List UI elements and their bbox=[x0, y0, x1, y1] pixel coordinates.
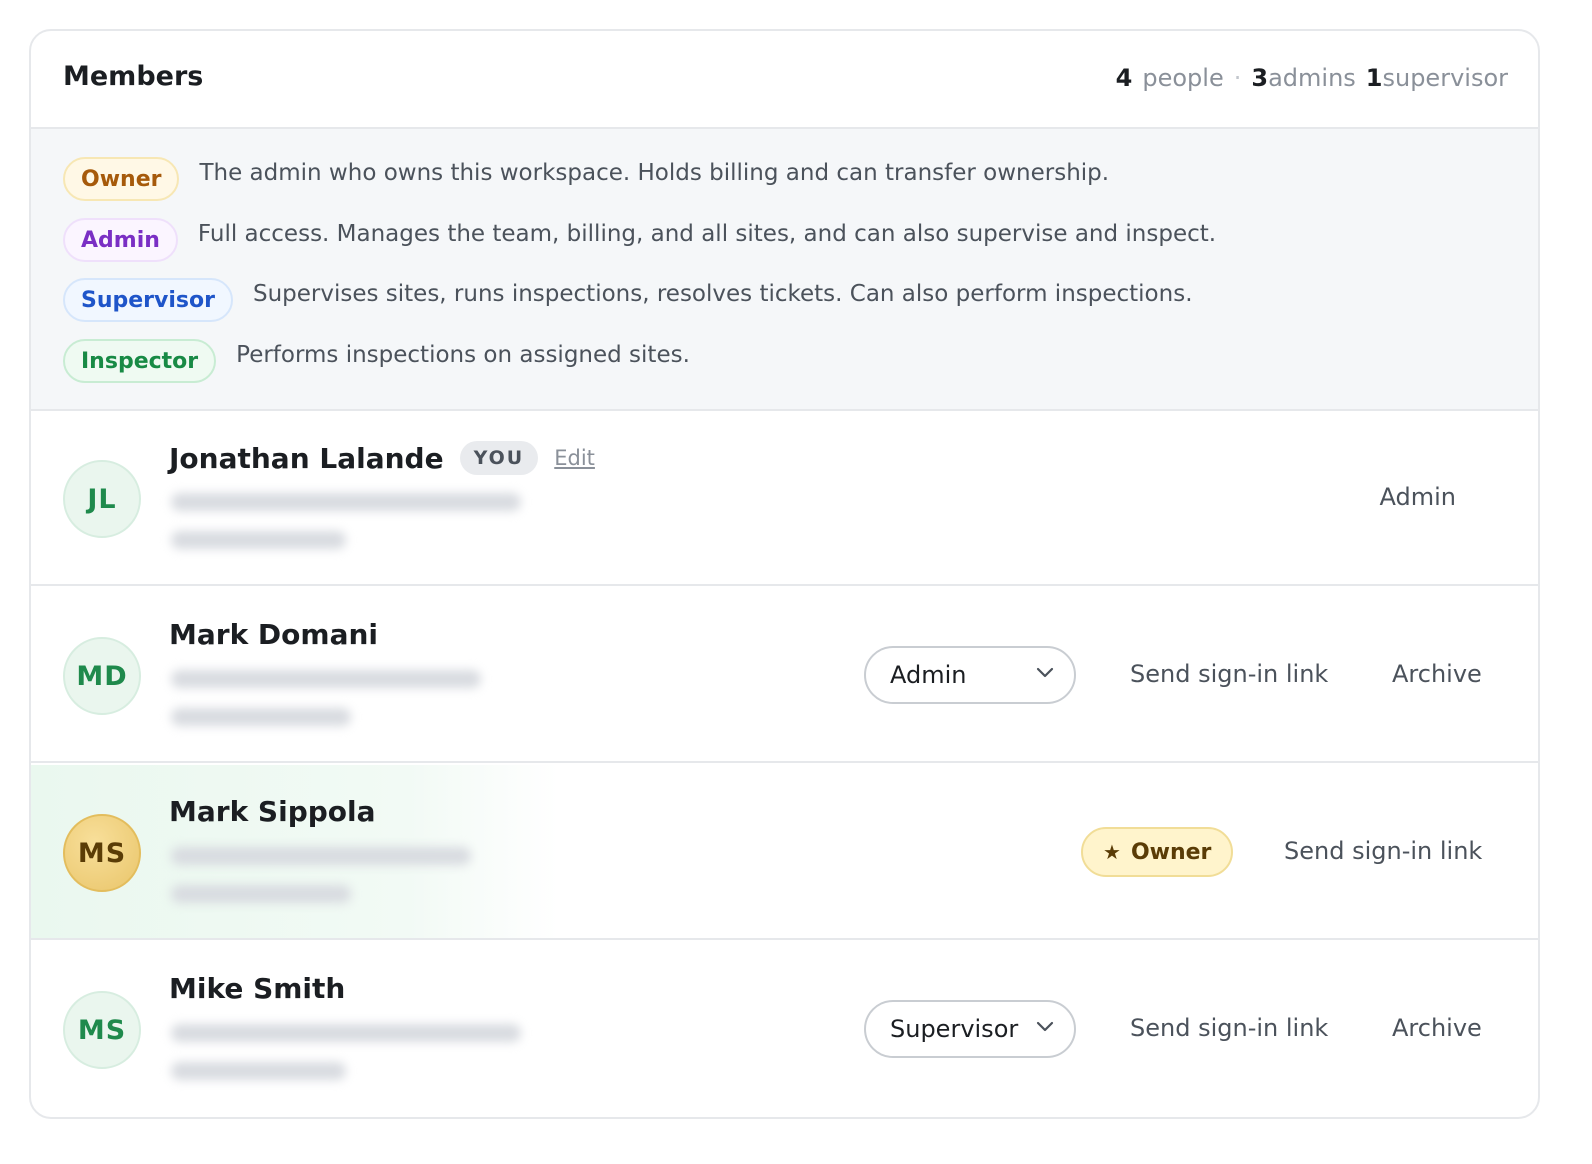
legend-item-owner: Owner The admin who owns this workspace.… bbox=[63, 157, 1109, 201]
legend-item-admin: Admin Full access. Manages the team, bil… bbox=[63, 218, 1216, 262]
redacted-email bbox=[171, 670, 481, 688]
star-icon: ★ bbox=[1103, 840, 1121, 864]
member-row: MS Mark Sippola ★ Owner Send sign-in lin… bbox=[31, 765, 1538, 940]
role-select[interactable]: Admin bbox=[864, 646, 1076, 704]
redacted-phone bbox=[171, 885, 351, 903]
supervisor-pill: Supervisor bbox=[63, 278, 233, 322]
avatar: MS bbox=[63, 991, 141, 1069]
archive-button[interactable]: Archive bbox=[1392, 1014, 1482, 1042]
member-row: MS Mike Smith Supervisor Send sign-in li… bbox=[31, 942, 1538, 1117]
legend-item-inspector: Inspector Performs inspections on assign… bbox=[63, 339, 690, 383]
member-name: Mark Domani bbox=[169, 618, 379, 651]
member-name: Mike Smith bbox=[169, 972, 346, 1005]
archive-button[interactable]: Archive bbox=[1392, 660, 1482, 688]
page-title: Members bbox=[63, 61, 204, 92]
chevron-down-icon bbox=[1036, 667, 1054, 678]
redacted-phone bbox=[171, 1062, 346, 1080]
member-name: Mark Sippola bbox=[169, 795, 376, 828]
send-sign-in-link-button[interactable]: Send sign-in link bbox=[1130, 1014, 1328, 1042]
send-sign-in-link-button[interactable]: Send sign-in link bbox=[1130, 660, 1328, 688]
admin-description: Full access. Manages the team, billing, … bbox=[197, 221, 1217, 247]
role-select[interactable]: Supervisor bbox=[864, 1000, 1076, 1058]
admins-label: admins bbox=[1268, 64, 1356, 92]
chevron-down-icon bbox=[1036, 1021, 1054, 1032]
supervisor-description: Supervises sites, runs inspections, reso… bbox=[252, 281, 1193, 307]
avatar: MS bbox=[63, 814, 141, 892]
owner-pill: Owner bbox=[63, 157, 180, 201]
people-count: 4 bbox=[1115, 64, 1133, 92]
member-name: Jonathan Lalande bbox=[169, 441, 444, 475]
send-sign-in-link-button[interactable]: Send sign-in link bbox=[1284, 837, 1482, 865]
role-select-value: Admin bbox=[890, 661, 967, 689]
legend-item-supervisor: Supervisor Supervises sites, runs inspec… bbox=[63, 278, 1193, 322]
member-name-line: Mike Smith bbox=[169, 972, 345, 1005]
member-name-line: Jonathan Lalande YOU Edit bbox=[169, 441, 595, 475]
owner-badge: ★ Owner bbox=[1081, 827, 1234, 877]
supervisor-count: 1 bbox=[1365, 64, 1383, 92]
role-legend: Owner The admin who owns this workspace.… bbox=[31, 129, 1538, 411]
owner-badge-label: Owner bbox=[1130, 839, 1212, 865]
members-header: Members 4 people · 3admins 1supervisor bbox=[31, 31, 1538, 129]
inspector-description: Performs inspections on assigned sites. bbox=[236, 342, 690, 368]
member-row: JL Jonathan Lalande YOU Edit Admin bbox=[31, 411, 1538, 586]
stats-separator: · bbox=[1233, 64, 1242, 92]
admin-pill: Admin bbox=[63, 218, 178, 262]
member-stats: 4 people · 3admins 1supervisor bbox=[1116, 64, 1508, 92]
admins-count: 3 bbox=[1251, 64, 1269, 92]
you-badge: YOU bbox=[459, 441, 539, 475]
redacted-phone bbox=[171, 531, 346, 549]
avatar: MD bbox=[63, 637, 141, 715]
inspector-pill: Inspector bbox=[63, 339, 217, 383]
redacted-phone bbox=[171, 708, 351, 726]
edit-profile-link[interactable]: Edit bbox=[554, 446, 595, 470]
avatar: JL bbox=[63, 460, 141, 538]
role-select-value: Supervisor bbox=[890, 1015, 1019, 1043]
redacted-email bbox=[171, 493, 521, 511]
member-role: Admin bbox=[1379, 483, 1457, 511]
people-label: people bbox=[1142, 64, 1224, 92]
member-name-line: Mark Sippola bbox=[169, 795, 376, 828]
owner-description: The admin who owns this workspace. Holds… bbox=[199, 160, 1110, 186]
member-row: MD Mark Domani Admin Send sign-in link A… bbox=[31, 588, 1538, 763]
redacted-email bbox=[171, 847, 471, 865]
supervisor-label: supervisor bbox=[1382, 64, 1508, 92]
members-card: Members 4 people · 3admins 1supervisor Owner… bbox=[29, 29, 1540, 1119]
member-name-line: Mark Domani bbox=[169, 618, 378, 651]
redacted-email bbox=[171, 1024, 521, 1042]
